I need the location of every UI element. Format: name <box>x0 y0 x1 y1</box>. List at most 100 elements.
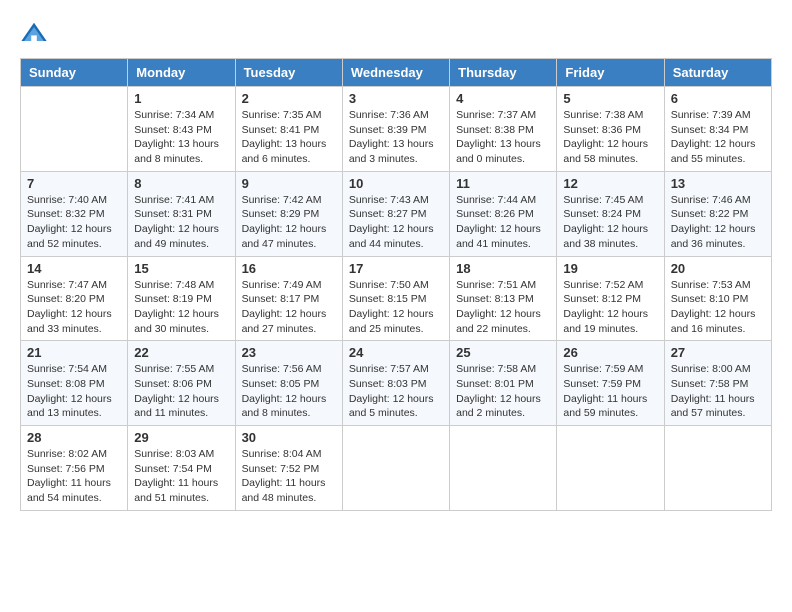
day-cell: 21Sunrise: 7:54 AMSunset: 8:08 PMDayligh… <box>21 341 128 426</box>
day-cell: 6 Sunrise: 7:39 AMSunset: 8:34 PMDaylight… <box>664 87 771 172</box>
day-number: 12 <box>563 176 657 191</box>
day-info: Sunrise: 7:39 AMSunset: 8:34 PMDaylight:… <box>671 108 765 167</box>
day-number: 9 <box>242 176 336 191</box>
day-cell: 23Sunrise: 7:56 AMSunset: 8:05 PMDayligh… <box>235 341 342 426</box>
day-info: Sunrise: 7:42 AMSunset: 8:29 PMDaylight:… <box>242 193 336 252</box>
day-cell: 16Sunrise: 7:49 AMSunset: 8:17 PMDayligh… <box>235 256 342 341</box>
day-number: 13 <box>671 176 765 191</box>
day-cell: 13 Sunrise: 7:46 AMSunset: 8:22 PMDayligh… <box>664 171 771 256</box>
day-cell <box>450 426 557 511</box>
day-info: Sunrise: 7:37 AMSunset: 8:38 PMDaylight:… <box>456 108 550 167</box>
day-number: 18 <box>456 261 550 276</box>
day-cell: 26 Sunrise: 7:59 AMSunset: 7:59 PMDayligh… <box>557 341 664 426</box>
day-info: Sunrise: 7:57 AMSunset: 8:03 PMDaylight:… <box>349 362 443 421</box>
day-cell: 14Sunrise: 7:47 AMSunset: 8:20 PMDayligh… <box>21 256 128 341</box>
day-cell: 30 Sunrise: 8:04 AMSunset: 7:52 PMDayligh… <box>235 426 342 511</box>
day-number: 4 <box>456 91 550 106</box>
day-number: 28 <box>27 430 121 445</box>
col-header-thursday: Thursday <box>450 59 557 87</box>
day-number: 19 <box>563 261 657 276</box>
day-cell: 18 Sunrise: 7:51 AMSunset: 8:13 PMDayligh… <box>450 256 557 341</box>
calendar: SundayMondayTuesdayWednesdayThursdayFrid… <box>20 58 772 511</box>
day-info: Sunrise: 7:35 AMSunset: 8:41 PMDaylight:… <box>242 108 336 167</box>
day-number: 10 <box>349 176 443 191</box>
day-info: Sunrise: 7:44 AMSunset: 8:26 PMDaylight:… <box>456 193 550 252</box>
day-info: Sunrise: 7:36 AMSunset: 8:39 PMDaylight:… <box>349 108 443 167</box>
day-info: Sunrise: 7:55 AMSunset: 8:06 PMDaylight:… <box>134 362 228 421</box>
day-info: Sunrise: 8:00 AMSunset: 7:58 PMDaylight:… <box>671 362 765 421</box>
day-info: Sunrise: 7:47 AMSunset: 8:20 PMDaylight:… <box>27 278 121 337</box>
day-number: 5 <box>563 91 657 106</box>
day-cell: 17 Sunrise: 7:50 AMSunset: 8:15 PMDayligh… <box>342 256 449 341</box>
day-info: Sunrise: 7:41 AMSunset: 8:31 PMDaylight:… <box>134 193 228 252</box>
day-info: Sunrise: 7:38 AMSunset: 8:36 PMDaylight:… <box>563 108 657 167</box>
day-cell: 5 Sunrise: 7:38 AMSunset: 8:36 PMDaylight… <box>557 87 664 172</box>
day-cell: 19 Sunrise: 7:52 AMSunset: 8:12 PMDayligh… <box>557 256 664 341</box>
calendar-header-row: SundayMondayTuesdayWednesdayThursdayFrid… <box>21 59 772 87</box>
page-header <box>20 20 772 48</box>
day-cell: 10Sunrise: 7:43 AMSunset: 8:27 PMDayligh… <box>342 171 449 256</box>
day-info: Sunrise: 7:54 AMSunset: 8:08 PMDaylight:… <box>27 362 121 421</box>
day-number: 2 <box>242 91 336 106</box>
day-cell: 7Sunrise: 7:40 AMSunset: 8:32 PMDaylight… <box>21 171 128 256</box>
day-number: 20 <box>671 261 765 276</box>
day-info: Sunrise: 7:56 AMSunset: 8:05 PMDaylight:… <box>242 362 336 421</box>
day-cell <box>664 426 771 511</box>
day-info: Sunrise: 7:53 AMSunset: 8:10 PMDaylight:… <box>671 278 765 337</box>
day-number: 30 <box>242 430 336 445</box>
day-cell: 22 Sunrise: 7:55 AMSunset: 8:06 PMDayligh… <box>128 341 235 426</box>
day-number: 6 <box>671 91 765 106</box>
day-info: Sunrise: 7:51 AMSunset: 8:13 PMDaylight:… <box>456 278 550 337</box>
day-number: 15 <box>134 261 228 276</box>
day-cell: 15 Sunrise: 7:48 AMSunset: 8:19 PMDayligh… <box>128 256 235 341</box>
day-number: 25 <box>456 345 550 360</box>
day-number: 7 <box>27 176 121 191</box>
day-info: Sunrise: 8:03 AMSunset: 7:54 PMDaylight:… <box>134 447 228 506</box>
day-cell <box>342 426 449 511</box>
week-row-5: 28 Sunrise: 8:02 AMSunset: 7:56 PMDayligh… <box>21 426 772 511</box>
day-number: 17 <box>349 261 443 276</box>
day-number: 11 <box>456 176 550 191</box>
week-row-1: 1 Sunrise: 7:34 AMSunset: 8:43 PMDaylight… <box>21 87 772 172</box>
day-cell: 12 Sunrise: 7:45 AMSunset: 8:24 PMDayligh… <box>557 171 664 256</box>
day-cell: 11 Sunrise: 7:44 AMSunset: 8:26 PMDayligh… <box>450 171 557 256</box>
col-header-tuesday: Tuesday <box>235 59 342 87</box>
day-cell: 24 Sunrise: 7:57 AMSunset: 8:03 PMDayligh… <box>342 341 449 426</box>
day-cell: 25 Sunrise: 7:58 AMSunset: 8:01 PMDayligh… <box>450 341 557 426</box>
day-cell <box>21 87 128 172</box>
day-info: Sunrise: 7:34 AMSunset: 8:43 PMDaylight:… <box>134 108 228 167</box>
day-number: 8 <box>134 176 228 191</box>
day-info: Sunrise: 7:50 AMSunset: 8:15 PMDaylight:… <box>349 278 443 337</box>
day-number: 26 <box>563 345 657 360</box>
day-cell: 20 Sunrise: 7:53 AMSunset: 8:10 PMDayligh… <box>664 256 771 341</box>
day-number: 1 <box>134 91 228 106</box>
day-number: 24 <box>349 345 443 360</box>
day-cell: 4 Sunrise: 7:37 AMSunset: 8:38 PMDaylight… <box>450 87 557 172</box>
day-cell: 28 Sunrise: 8:02 AMSunset: 7:56 PMDayligh… <box>21 426 128 511</box>
day-number: 29 <box>134 430 228 445</box>
day-cell: 1 Sunrise: 7:34 AMSunset: 8:43 PMDaylight… <box>128 87 235 172</box>
day-cell: 8 Sunrise: 7:41 AMSunset: 8:31 PMDaylight… <box>128 171 235 256</box>
day-number: 16 <box>242 261 336 276</box>
day-info: Sunrise: 7:45 AMSunset: 8:24 PMDaylight:… <box>563 193 657 252</box>
day-info: Sunrise: 7:46 AMSunset: 8:22 PMDaylight:… <box>671 193 765 252</box>
col-header-saturday: Saturday <box>664 59 771 87</box>
col-header-wednesday: Wednesday <box>342 59 449 87</box>
day-info: Sunrise: 7:58 AMSunset: 8:01 PMDaylight:… <box>456 362 550 421</box>
week-row-2: 7Sunrise: 7:40 AMSunset: 8:32 PMDaylight… <box>21 171 772 256</box>
day-number: 3 <box>349 91 443 106</box>
day-cell: 29 Sunrise: 8:03 AMSunset: 7:54 PMDayligh… <box>128 426 235 511</box>
day-cell <box>557 426 664 511</box>
day-info: Sunrise: 8:02 AMSunset: 7:56 PMDaylight:… <box>27 447 121 506</box>
day-number: 27 <box>671 345 765 360</box>
day-info: Sunrise: 7:52 AMSunset: 8:12 PMDaylight:… <box>563 278 657 337</box>
day-info: Sunrise: 7:59 AMSunset: 7:59 PMDaylight:… <box>563 362 657 421</box>
week-row-4: 21Sunrise: 7:54 AMSunset: 8:08 PMDayligh… <box>21 341 772 426</box>
day-cell: 9 Sunrise: 7:42 AMSunset: 8:29 PMDaylight… <box>235 171 342 256</box>
logo-icon <box>20 20 48 48</box>
day-info: Sunrise: 7:48 AMSunset: 8:19 PMDaylight:… <box>134 278 228 337</box>
day-info: Sunrise: 8:04 AMSunset: 7:52 PMDaylight:… <box>242 447 336 506</box>
day-cell: 27 Sunrise: 8:00 AMSunset: 7:58 PMDayligh… <box>664 341 771 426</box>
day-cell: 3 Sunrise: 7:36 AMSunset: 8:39 PMDaylight… <box>342 87 449 172</box>
day-number: 22 <box>134 345 228 360</box>
